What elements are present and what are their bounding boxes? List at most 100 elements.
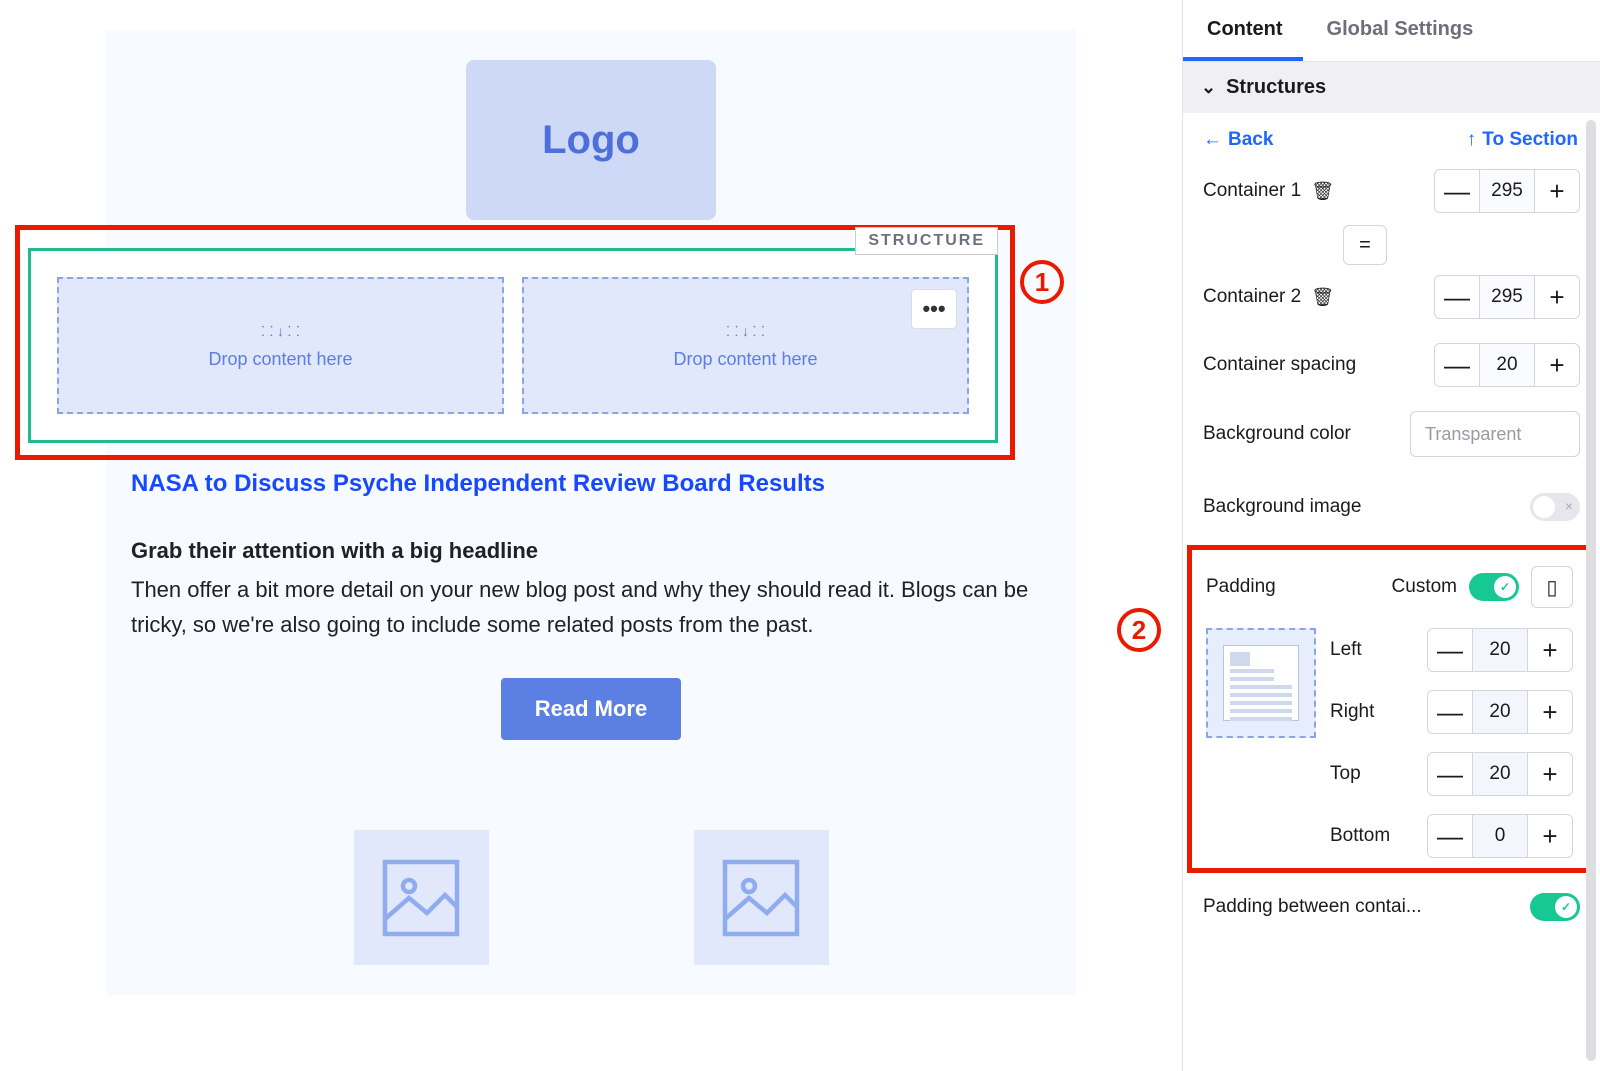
- padding-right-stepper: — 20 +: [1427, 690, 1573, 734]
- structure-tag: STRUCTURE: [855, 227, 998, 255]
- settings-sidebar: Content Global Settings ⌄ Structures ← B…: [1182, 0, 1600, 1071]
- body-text: Then offer a bit more detail on your new…: [131, 572, 1051, 642]
- padding-inputs: Left — 20 + Right — 20 + Top: [1330, 628, 1573, 858]
- padding-top-stepper: — 20 +: [1427, 752, 1573, 796]
- scrollbar[interactable]: [1586, 120, 1596, 1061]
- drop-text: Drop content here: [673, 349, 817, 370]
- editor-canvas: Logo NASA to Discuss Psyche Independent …: [0, 0, 1182, 1071]
- minus-button[interactable]: —: [1428, 690, 1472, 734]
- mobile-icon: ▯: [1546, 575, 1557, 600]
- to-section-link[interactable]: ↑ To Section: [1467, 129, 1578, 151]
- background-image-toggle[interactable]: ×: [1530, 493, 1580, 521]
- container-1-label: Container 1 🗑: [1203, 180, 1334, 202]
- to-section-label: To Section: [1482, 129, 1578, 151]
- container-2-value[interactable]: 295: [1479, 275, 1535, 319]
- drop-text: Drop content here: [208, 349, 352, 370]
- padding-right-row: Right — 20 +: [1330, 690, 1573, 734]
- annotation-box-2: Padding Custom ▯ Left: [1187, 545, 1592, 873]
- chevron-down-icon: ⌄: [1201, 77, 1216, 98]
- tab-content[interactable]: Content: [1183, 0, 1303, 61]
- annotation-box-1: STRUCTURE ⸬ ↓ ⸬ Drop content here ⸬ ↓ ⸬ …: [15, 225, 1015, 460]
- section-title: Structures: [1226, 76, 1326, 99]
- padding-between-containers-row: Padding between contai...: [1183, 883, 1600, 921]
- nav-links: ← Back ↑ To Section: [1183, 113, 1600, 165]
- subheadline: Grab their attention with a big headline: [131, 538, 1051, 564]
- minus-button[interactable]: —: [1428, 814, 1472, 858]
- logo-text: Logo: [542, 118, 640, 163]
- background-image-label: Background image: [1203, 496, 1361, 518]
- plus-button[interactable]: +: [1528, 690, 1572, 734]
- minus-button[interactable]: —: [1435, 275, 1479, 319]
- arrow-left-icon: ←: [1203, 129, 1222, 151]
- drop-zone-right[interactable]: ⸬ ↓ ⸬ Drop content here •••: [522, 277, 969, 414]
- container-1-row: Container 1 🗑 — 295 +: [1203, 169, 1580, 213]
- x-icon: ×: [1565, 498, 1573, 514]
- plus-button[interactable]: +: [1535, 169, 1579, 213]
- padding-left-row: Left — 20 +: [1330, 628, 1573, 672]
- padding-body: Left — 20 + Right — 20 + Top: [1206, 628, 1573, 858]
- headline-link[interactable]: NASA to Discuss Psyche Independent Revie…: [131, 470, 1051, 498]
- container-2-label: Container 2 🗑: [1203, 286, 1334, 308]
- container-1-stepper: — 295 +: [1434, 169, 1580, 213]
- back-link[interactable]: ← Back: [1203, 129, 1273, 151]
- plus-button[interactable]: +: [1535, 275, 1579, 319]
- padding-bottom-stepper: — 0 +: [1427, 814, 1573, 858]
- tab-global-settings[interactable]: Global Settings: [1303, 0, 1494, 61]
- container-spacing-value[interactable]: 20: [1479, 343, 1535, 387]
- trash-icon[interactable]: 🗑: [1311, 181, 1334, 202]
- structure-block[interactable]: STRUCTURE ⸬ ↓ ⸬ Drop content here ⸬ ↓ ⸬ …: [28, 248, 998, 443]
- background-color-label: Background color: [1203, 423, 1351, 445]
- padding-left-label: Left: [1330, 639, 1394, 661]
- plus-button[interactable]: +: [1535, 343, 1579, 387]
- logo-block[interactable]: Logo: [466, 60, 716, 220]
- padding-left-value[interactable]: 20: [1472, 628, 1528, 672]
- minus-button[interactable]: —: [1435, 169, 1479, 213]
- section-structures[interactable]: ⌄ Structures: [1183, 62, 1600, 113]
- image-placeholder[interactable]: [694, 830, 829, 965]
- container-2-row: Container 2 🗑 — 295 +: [1203, 275, 1580, 319]
- padding-custom-group: Custom ▯: [1392, 566, 1573, 608]
- padding-right-value[interactable]: 20: [1472, 690, 1528, 734]
- plus-button[interactable]: +: [1528, 814, 1572, 858]
- plus-button[interactable]: +: [1528, 628, 1572, 672]
- minus-button[interactable]: —: [1435, 343, 1479, 387]
- download-icon: ⸬ ↓ ⸬: [727, 322, 765, 341]
- image-icon: [716, 853, 806, 943]
- padding-top-row: Top — 20 +: [1330, 752, 1573, 796]
- sidebar-tabs: Content Global Settings: [1183, 0, 1600, 62]
- background-color-input[interactable]: Transparent: [1410, 411, 1580, 457]
- container-2-stepper: — 295 +: [1434, 275, 1580, 319]
- padding-bottom-value[interactable]: 0: [1472, 814, 1528, 858]
- image-placeholder[interactable]: [354, 830, 489, 965]
- trash-icon[interactable]: 🗑: [1311, 287, 1334, 308]
- read-more-button[interactable]: Read More: [501, 678, 681, 740]
- callout-badge-2: 2: [1117, 608, 1161, 652]
- padding-top-value[interactable]: 20: [1472, 752, 1528, 796]
- plus-button[interactable]: +: [1528, 752, 1572, 796]
- email-body: Logo NASA to Discuss Psyche Independent …: [106, 30, 1076, 995]
- custom-label: Custom: [1392, 576, 1457, 598]
- background-image-row: Background image ×: [1183, 493, 1600, 545]
- drop-zone-left[interactable]: ⸬ ↓ ⸬ Drop content here: [57, 277, 504, 414]
- padding-preview-inner: [1223, 645, 1299, 721]
- padding-between-label: Padding between contai...: [1203, 896, 1422, 918]
- background-color-row: Background color Transparent: [1183, 411, 1600, 457]
- custom-padding-toggle[interactable]: [1469, 573, 1519, 601]
- more-button[interactable]: •••: [911, 289, 957, 329]
- container-1-value[interactable]: 295: [1479, 169, 1535, 213]
- download-icon: ⸬ ↓ ⸬: [262, 322, 300, 341]
- padding-between-toggle[interactable]: [1530, 893, 1580, 921]
- minus-button[interactable]: —: [1428, 628, 1472, 672]
- padding-top-label: Top: [1330, 763, 1394, 785]
- equal-width-button[interactable]: =: [1343, 225, 1387, 265]
- minus-button[interactable]: —: [1428, 752, 1472, 796]
- padding-right-label: Right: [1330, 701, 1394, 723]
- image-row: [131, 830, 1051, 965]
- container-controls: Container 1 🗑 — 295 + = Container 2 🗑 — …: [1183, 165, 1600, 411]
- container-spacing-label: Container spacing: [1203, 354, 1356, 376]
- callout-badge-1: 1: [1020, 260, 1064, 304]
- padding-title: Padding: [1206, 576, 1276, 598]
- mobile-device-button[interactable]: ▯: [1531, 566, 1573, 608]
- container-spacing-row: Container spacing — 20 +: [1203, 343, 1580, 387]
- container-spacing-stepper: — 20 +: [1434, 343, 1580, 387]
